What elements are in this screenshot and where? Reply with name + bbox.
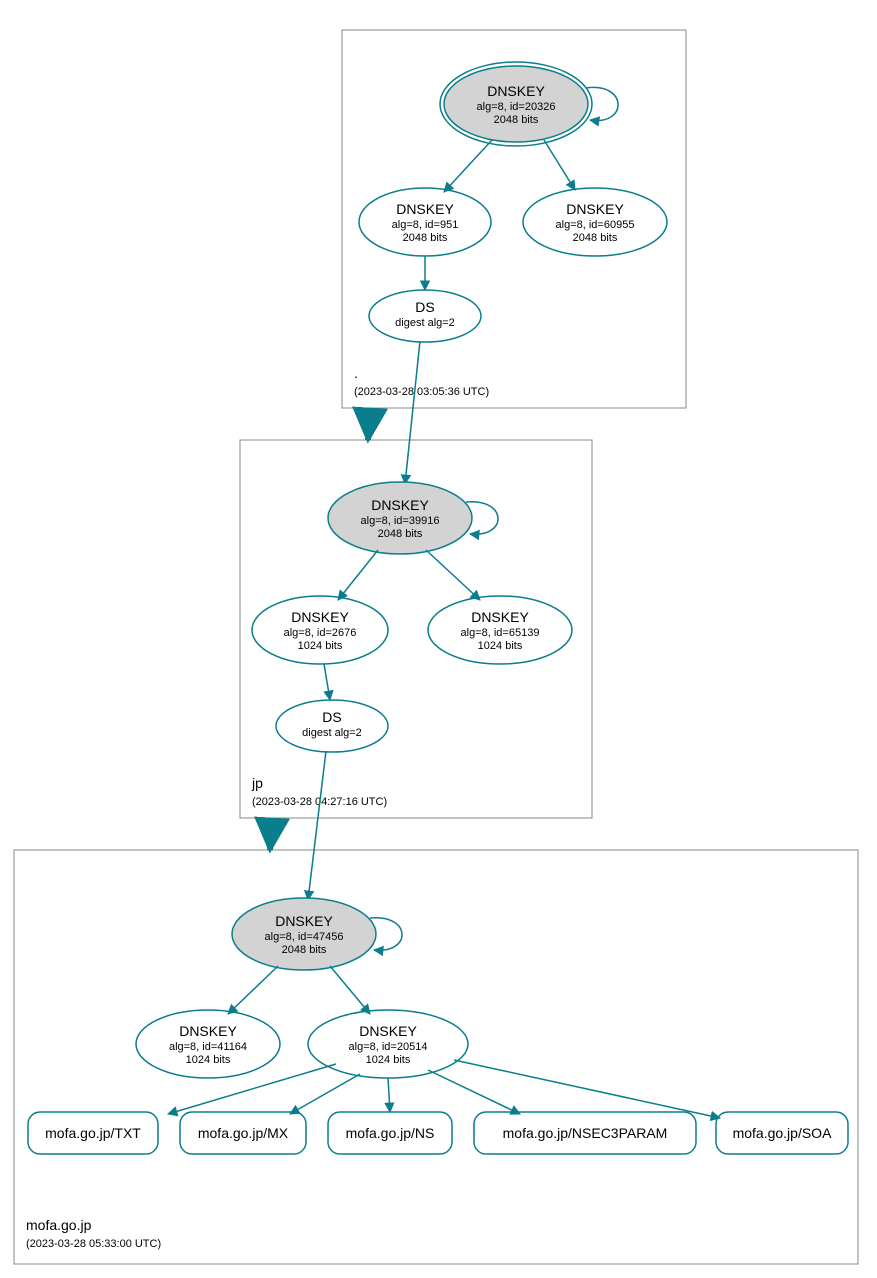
node-root-ds: DS digest alg=2	[369, 290, 481, 342]
svg-text:alg=8, id=39916: alg=8, id=39916	[361, 515, 440, 527]
svg-text:mofa.go.jp/NS: mofa.go.jp/NS	[346, 1125, 435, 1141]
svg-text:mofa.go.jp/TXT: mofa.go.jp/TXT	[45, 1125, 141, 1141]
node-jp-zsk2: DNSKEY alg=8, id=65139 1024 bits	[428, 596, 572, 664]
svg-text:DNSKEY: DNSKEY	[487, 83, 545, 99]
node-rr-ns: mofa.go.jp/NS	[328, 1112, 452, 1154]
svg-text:digest alg=2: digest alg=2	[302, 727, 362, 739]
svg-text:2048 bits: 2048 bits	[573, 232, 618, 244]
svg-text:alg=8, id=60955: alg=8, id=60955	[556, 219, 635, 231]
svg-text:DNSKEY: DNSKEY	[275, 913, 333, 929]
edge-mofaksk-zsk1	[228, 966, 278, 1014]
zone-mofa-timestamp: (2023-03-28 05:33:00 UTC)	[26, 1238, 161, 1250]
svg-text:1024 bits: 1024 bits	[298, 640, 343, 652]
node-root-ksk: DNSKEY alg=8, id=20326 2048 bits	[440, 62, 592, 146]
edge-rootksk-zsk1	[444, 140, 492, 192]
svg-text:DS: DS	[415, 299, 434, 315]
edge-root-ksk-self	[586, 87, 618, 120]
svg-text:alg=8, id=951: alg=8, id=951	[392, 219, 459, 231]
zone-root-title: .	[354, 365, 358, 381]
svg-text:2048 bits: 2048 bits	[403, 232, 448, 244]
zone-jp-title: jp	[251, 775, 263, 791]
svg-text:DNSKEY: DNSKEY	[396, 201, 454, 217]
svg-text:alg=8, id=65139: alg=8, id=65139	[461, 627, 540, 639]
svg-text:DNSKEY: DNSKEY	[179, 1023, 237, 1039]
node-root-zsk2: DNSKEY alg=8, id=60955 2048 bits	[523, 188, 667, 256]
edge-jp-to-mofa-zone	[270, 818, 272, 850]
svg-text:DS: DS	[322, 709, 341, 725]
svg-text:DNSKEY: DNSKEY	[359, 1023, 417, 1039]
edge-rootksk-zsk2	[544, 140, 575, 190]
node-jp-ksk: DNSKEY alg=8, id=39916 2048 bits	[328, 482, 472, 554]
edge-jpzsk1-ds	[324, 664, 330, 700]
svg-text:2048 bits: 2048 bits	[494, 114, 539, 126]
edge-zsk2-mx	[290, 1074, 360, 1114]
svg-text:1024 bits: 1024 bits	[186, 1054, 231, 1066]
zone-root-timestamp: (2023-03-28 03:05:36 UTC)	[354, 386, 489, 398]
svg-text:2048 bits: 2048 bits	[378, 528, 423, 540]
edge-jpksk-zsk2	[426, 550, 480, 600]
svg-text:alg=8, id=2676: alg=8, id=2676	[284, 627, 357, 639]
edge-zsk2-soa	[454, 1060, 720, 1118]
svg-text:alg=8, id=47456: alg=8, id=47456	[265, 931, 344, 943]
node-rr-soa: mofa.go.jp/SOA	[716, 1112, 848, 1154]
node-jp-ds: DS digest alg=2	[276, 700, 388, 752]
node-mofa-zsk1: DNSKEY alg=8, id=41164 1024 bits	[136, 1010, 280, 1078]
edge-zsk2-ns	[388, 1078, 390, 1112]
zone-mofa-title: mofa.go.jp	[26, 1217, 92, 1233]
dnssec-diagram: . (2023-03-28 03:05:36 UTC) jp (2023-03-…	[0, 0, 877, 1278]
edge-mofaksk-zsk2	[330, 966, 370, 1014]
svg-text:alg=8, id=20514: alg=8, id=20514	[349, 1041, 428, 1053]
edge-jpds-mofaksk	[308, 751, 326, 900]
node-mofa-ksk: DNSKEY alg=8, id=47456 2048 bits	[232, 898, 376, 970]
svg-text:1024 bits: 1024 bits	[478, 640, 523, 652]
edge-rootds-jpksk	[405, 341, 420, 484]
svg-text:alg=8, id=41164: alg=8, id=41164	[169, 1041, 247, 1053]
edge-jpksk-zsk1	[338, 550, 378, 600]
node-rr-nsec3: mofa.go.jp/NSEC3PARAM	[474, 1112, 696, 1154]
svg-text:DNSKEY: DNSKEY	[471, 609, 529, 625]
node-rr-txt: mofa.go.jp/TXT	[28, 1112, 158, 1154]
svg-text:DNSKEY: DNSKEY	[291, 609, 349, 625]
svg-text:mofa.go.jp/NSEC3PARAM: mofa.go.jp/NSEC3PARAM	[503, 1125, 668, 1141]
svg-text:1024 bits: 1024 bits	[366, 1054, 411, 1066]
node-mofa-zsk2: DNSKEY alg=8, id=20514 1024 bits	[308, 1010, 468, 1078]
svg-text:DNSKEY: DNSKEY	[566, 201, 624, 217]
svg-text:mofa.go.jp/MX: mofa.go.jp/MX	[198, 1125, 289, 1141]
node-root-zsk1: DNSKEY alg=8, id=951 2048 bits	[359, 188, 491, 256]
svg-text:digest alg=2: digest alg=2	[395, 317, 455, 329]
svg-text:alg=8, id=20326: alg=8, id=20326	[477, 101, 556, 113]
svg-text:2048 bits: 2048 bits	[282, 944, 327, 956]
edge-zsk2-nsec3	[428, 1070, 520, 1114]
node-rr-mx: mofa.go.jp/MX	[180, 1112, 306, 1154]
edge-root-to-jp-zone	[368, 408, 370, 440]
svg-text:DNSKEY: DNSKEY	[371, 497, 429, 513]
node-jp-zsk1: DNSKEY alg=8, id=2676 1024 bits	[252, 596, 388, 664]
svg-text:mofa.go.jp/SOA: mofa.go.jp/SOA	[733, 1125, 832, 1141]
